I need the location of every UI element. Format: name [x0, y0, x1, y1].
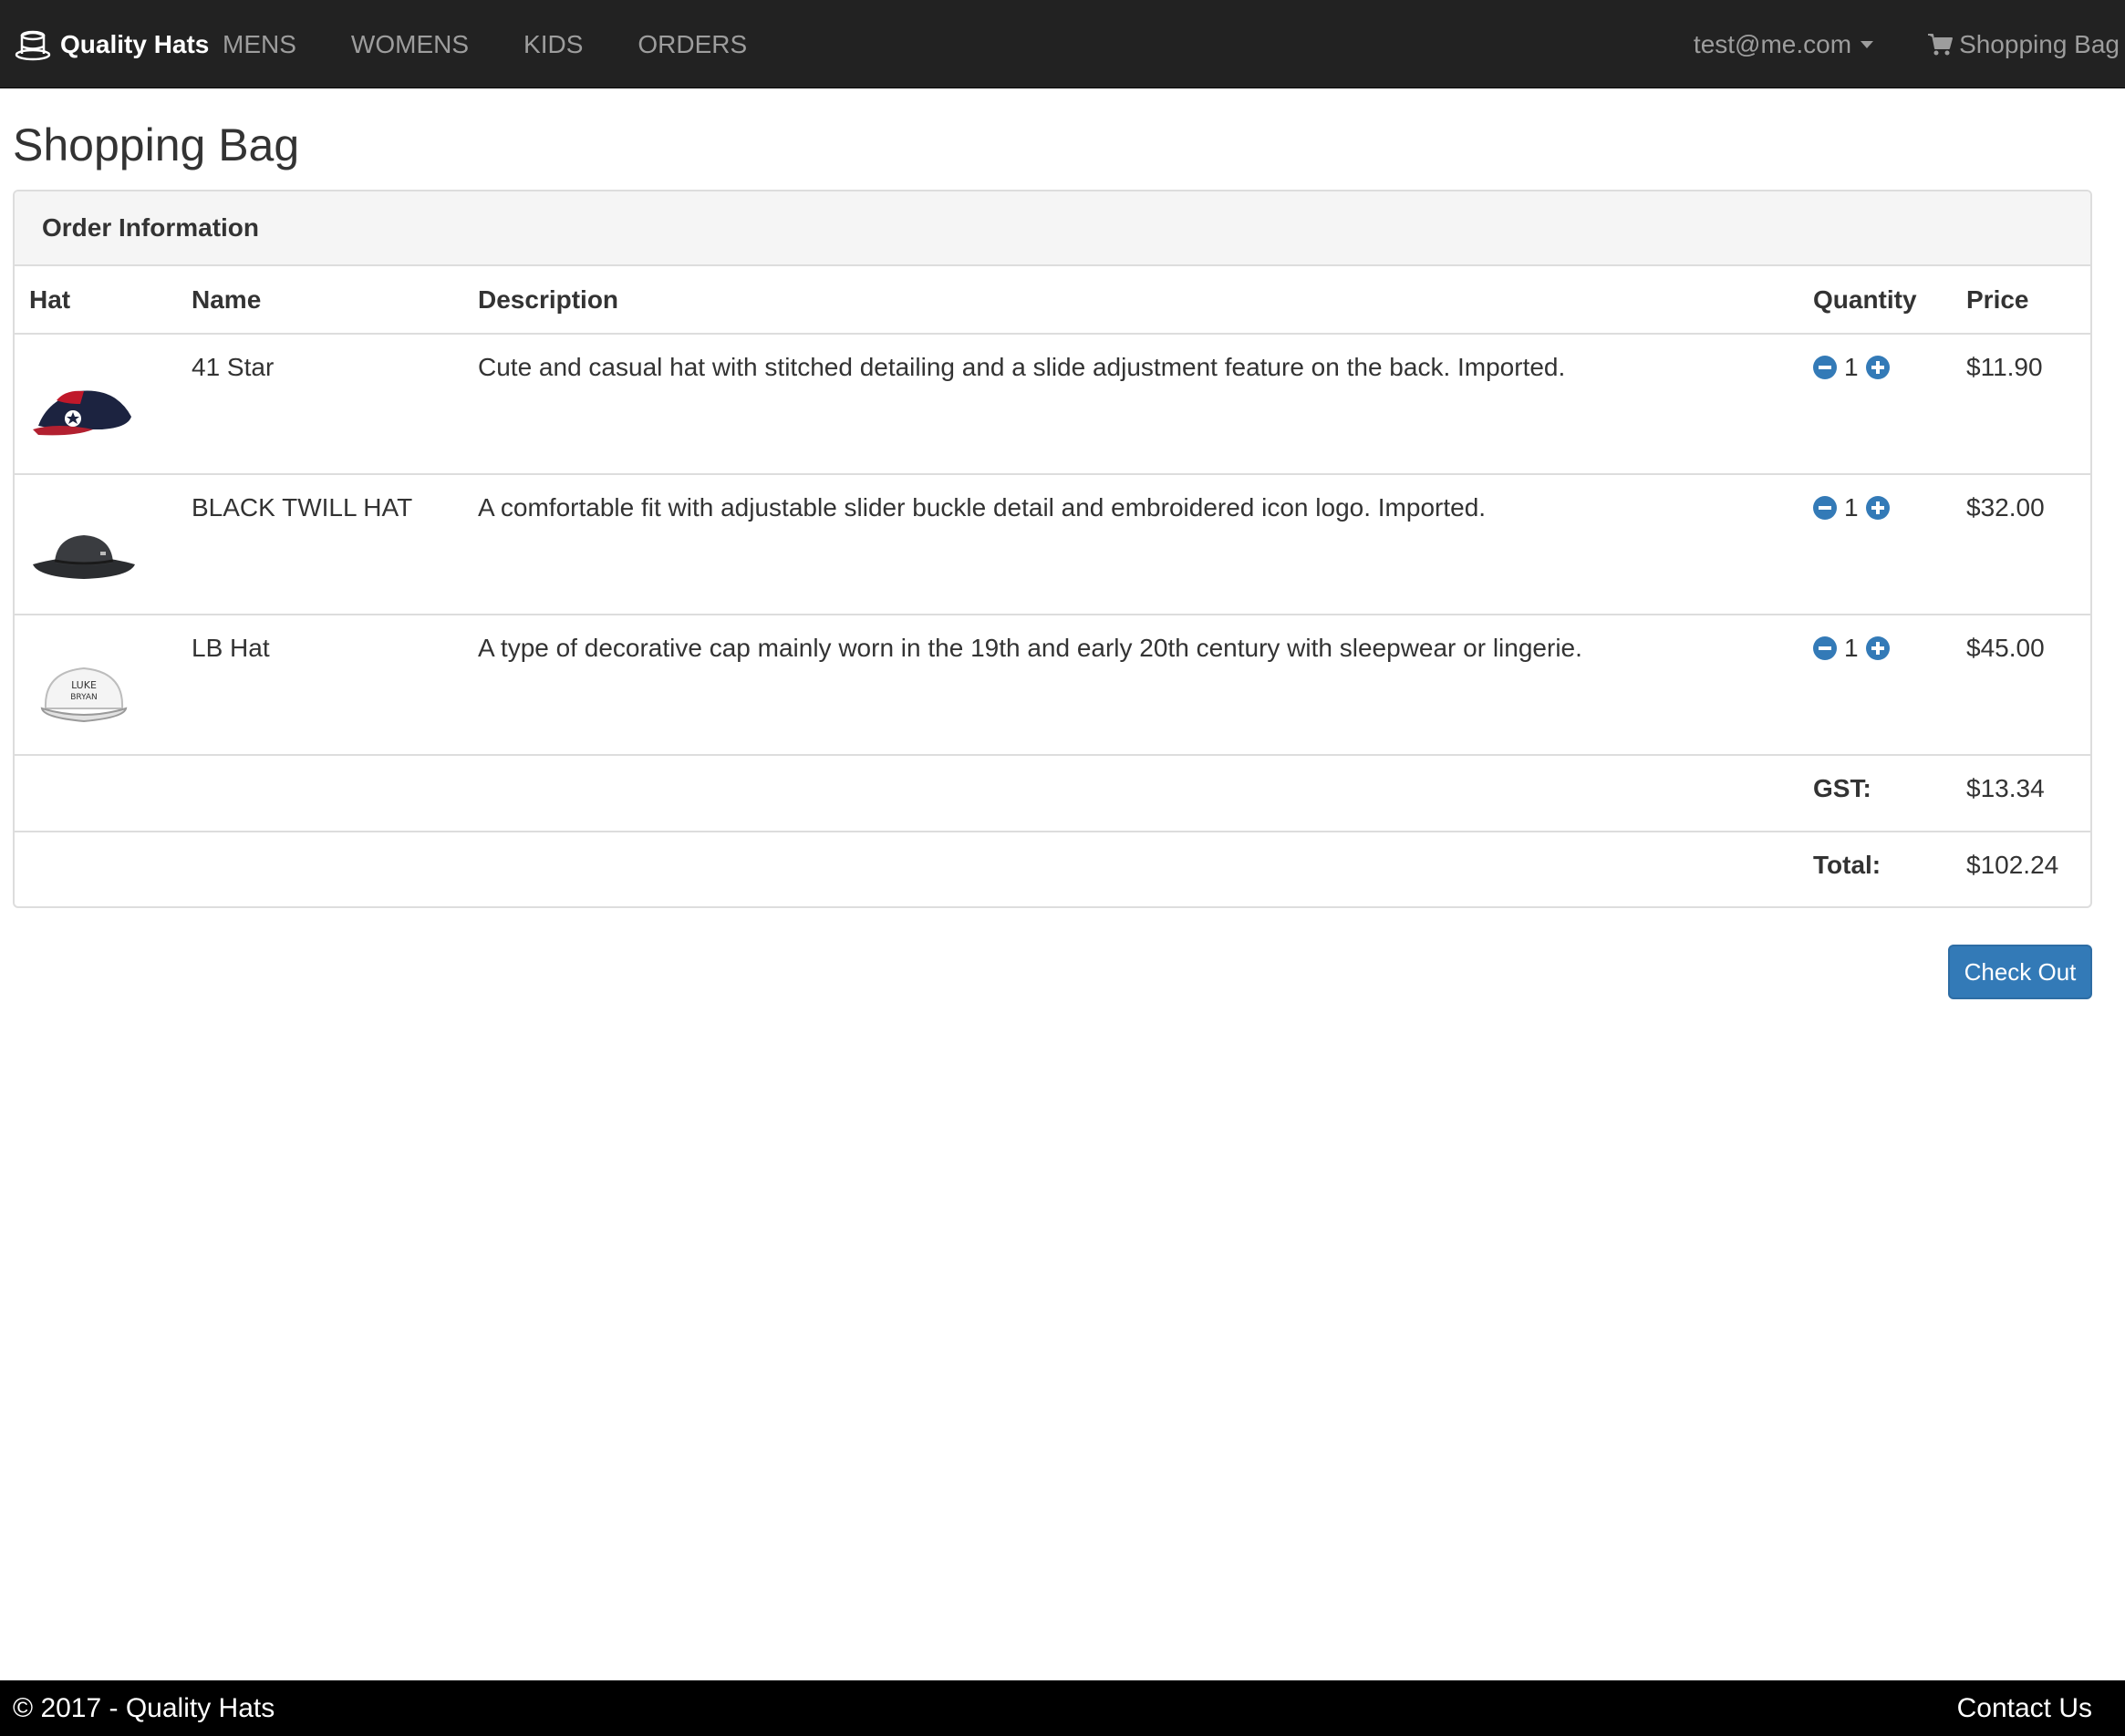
empty-cell — [15, 755, 192, 832]
minus-circle-icon[interactable] — [1813, 496, 1837, 520]
minus-circle-icon[interactable] — [1813, 636, 1837, 660]
table-row: BLACK TWILL HAT A comfortable fit with a… — [15, 474, 2090, 615]
gst-row: GST: $13.34 — [15, 755, 2090, 832]
quantity-stepper: 1 — [1813, 634, 1966, 663]
white-cap-image: LUKE BRYAN — [40, 666, 128, 723]
quantity-cell: 1 — [1813, 474, 1966, 615]
quantity-cell: 1 — [1813, 334, 1966, 475]
brand-name: Quality Hats — [60, 29, 210, 58]
empty-cell — [192, 755, 478, 832]
caret-down-icon — [1861, 40, 1874, 48]
hat-image-cell — [15, 474, 192, 615]
navbar: Quality Hats MENS WOMENS KIDS ORDERS tes… — [0, 0, 2125, 88]
plus-circle-icon[interactable] — [1865, 356, 1890, 379]
empty-cell — [15, 832, 192, 906]
shopping-cart-icon — [1928, 33, 1954, 55]
nav-link-orders[interactable]: ORDERS — [638, 30, 747, 59]
item-description: A comfortable fit with adjustable slider… — [478, 474, 1813, 615]
gst-label: GST: — [1813, 755, 1966, 832]
quantity-value: 1 — [1844, 634, 1859, 662]
quantity-stepper: 1 — [1813, 493, 1966, 522]
item-description: Cute and casual hat with stitched detail… — [478, 334, 1813, 475]
column-header-description: Description — [478, 266, 1813, 335]
total-label: Total: — [1813, 851, 1881, 879]
top-hat-icon — [15, 30, 51, 60]
order-panel: Order Information Hat Name Description Q… — [13, 190, 2092, 908]
nav-links: MENS WOMENS KIDS ORDERS — [223, 0, 747, 88]
item-price: $45.00 — [1966, 615, 2090, 756]
quantity-value: 1 — [1844, 493, 1859, 522]
item-name: 41 Star — [192, 334, 478, 475]
shopping-bag-label: Shopping Bag — [1959, 29, 2120, 58]
quantity-stepper: 1 — [1813, 353, 1966, 382]
empty-cell — [192, 832, 478, 906]
nav-right: test@me.com Shopping Bag — [1694, 0, 2120, 88]
quantity-cell: 1 — [1813, 615, 1966, 756]
total-value: $102.24 — [1966, 851, 2059, 879]
column-header-hat: Hat — [15, 266, 192, 335]
hat-image-cell: LUKE BRYAN — [15, 615, 192, 756]
baseball-cap-image — [33, 390, 131, 436]
svg-text:BRYAN: BRYAN — [70, 693, 98, 702]
shopping-bag-link[interactable]: Shopping Bag — [1926, 30, 2120, 59]
item-name: LB Hat — [192, 615, 478, 756]
nav-link-mens[interactable]: MENS — [223, 30, 296, 59]
brand-link[interactable]: Quality Hats — [15, 0, 209, 88]
minus-circle-icon[interactable] — [1813, 356, 1837, 379]
nav-link-womens[interactable]: WOMENS — [351, 30, 469, 59]
total-row: Total: $102.24 — [15, 832, 2090, 906]
user-email: test@me.com — [1693, 29, 1852, 58]
footer-copyright: © 2017 - Quality Hats — [13, 1692, 275, 1723]
item-price: $11.90 — [1966, 334, 2090, 475]
user-menu-dropdown[interactable]: test@me.com — [1693, 29, 1874, 59]
item-price: $32.00 — [1966, 474, 2090, 615]
order-table: Hat Name Description Quantity Price 41 S… — [15, 266, 2090, 906]
table-header-row: Hat Name Description Quantity Price — [15, 266, 2090, 335]
quantity-value: 1 — [1844, 353, 1859, 381]
plus-circle-icon[interactable] — [1865, 496, 1890, 520]
column-header-price: Price — [1966, 266, 2090, 335]
item-description: A type of decorative cap mainly worn in … — [478, 615, 1813, 756]
hat-image-cell — [15, 334, 192, 475]
table-row: LUKE BRYAN LB Hat A type of decorative c… — [15, 615, 2090, 756]
checkout-button[interactable]: Check Out — [1948, 945, 2092, 999]
panel-heading: Order Information — [15, 191, 2090, 266]
column-header-quantity: Quantity — [1813, 266, 1966, 335]
svg-text:LUKE: LUKE — [71, 679, 97, 691]
column-header-name: Name — [192, 266, 478, 335]
gst-value: $13.34 — [1966, 755, 2090, 832]
empty-cell — [478, 832, 1813, 906]
plus-circle-icon[interactable] — [1865, 636, 1890, 660]
bucket-hat-image — [33, 535, 135, 579]
nav-link-kids[interactable]: KIDS — [523, 30, 583, 59]
footer: © 2017 - Quality Hats Contact Us — [0, 1680, 2125, 1736]
table-row: 41 Star Cute and casual hat with stitche… — [15, 334, 2090, 475]
contact-us-link[interactable]: Contact Us — [1957, 1680, 2092, 1736]
empty-cell — [478, 755, 1813, 832]
page-title: Shopping Bag — [13, 119, 300, 170]
item-name: BLACK TWILL HAT — [192, 474, 478, 615]
